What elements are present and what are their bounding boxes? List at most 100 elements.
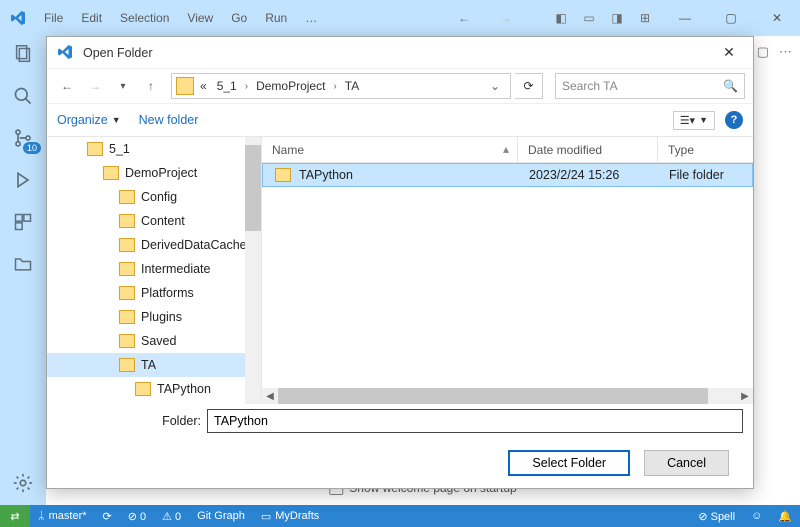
status-warnings[interactable]: ⚠ 0 [154,505,189,527]
settings-gear-icon[interactable] [11,471,35,495]
tree-item-platforms[interactable]: Platforms [47,281,261,305]
status-branch[interactable]: ᛦ master* [30,505,95,527]
column-date[interactable]: Date modified [518,137,658,162]
chevron-right-icon[interactable]: › [243,81,250,92]
folder-tree[interactable]: 5_1 DemoProject Config Content DerivedDa… [47,137,262,404]
folder-icon[interactable] [11,252,35,276]
menu-overflow[interactable]: … [297,7,325,29]
tree-item-plugins[interactable]: Plugins [47,305,261,329]
scm-badge: 10 [23,142,41,154]
nav-back-button[interactable]: ← [55,74,79,98]
status-bell-icon[interactable]: 🔔 [770,505,800,527]
chevron-down-icon: ▼ [112,115,121,125]
refresh-button[interactable]: ⟳ [515,73,543,99]
tree-item-content[interactable]: Content [47,209,261,233]
folder-name-row: Folder: [47,404,753,438]
column-type[interactable]: Type [658,137,753,162]
remote-indicator[interactable]: ⇄ [0,505,30,527]
search-icon[interactable] [11,84,35,108]
source-control-icon[interactable]: 10 [11,126,35,150]
column-name[interactable]: Name [262,137,518,162]
editor-split-icon[interactable]: ▢ [757,44,769,60]
window-minimize-button[interactable]: — [662,0,708,36]
scroll-right-icon[interactable]: ▶ [737,388,753,404]
tree-scrollbar-thumb[interactable] [245,145,261,231]
status-feedback-icon[interactable]: ☺ [743,505,770,527]
status-spell[interactable]: ⊘ Spell [690,505,743,527]
dialog-nav-bar: ← → ▾ ↑ « 5_1 › DemoProject › TA ⌄ ⟳ Sea… [47,69,753,103]
cell-date: 2023/2/24 15:26 [519,168,659,182]
dialog-close-button[interactable]: ✕ [715,39,743,67]
run-debug-icon[interactable] [11,168,35,192]
tree-item-saved[interactable]: Saved [47,329,261,353]
folder-name-input[interactable] [207,409,743,433]
scroll-left-icon[interactable]: ◀ [262,388,278,404]
menu-edit[interactable]: Edit [73,7,110,29]
search-input[interactable]: Search TA 🔍 [555,73,745,99]
cancel-button[interactable]: Cancel [644,450,729,476]
window-maximize-button[interactable]: ▢ [708,0,754,36]
select-folder-button[interactable]: Select Folder [508,450,630,476]
menu-view[interactable]: View [179,7,221,29]
menu-go[interactable]: Go [223,7,255,29]
list-item-tapython[interactable]: TAPython 2023/2/24 15:26 File folder [262,163,753,187]
window-close-button[interactable]: ✕ [754,0,800,36]
address-bar[interactable]: « 5_1 › DemoProject › TA ⌄ [171,73,511,99]
breadcrumb-5-1[interactable]: 5_1 [213,77,241,95]
folder-icon [103,166,119,180]
layout-sidebar-left-icon[interactable]: ◧ [552,11,570,25]
tree-item-tapython[interactable]: TAPython [47,377,261,401]
nav-up-button[interactable]: ↑ [139,74,163,98]
dialog-buttons: Select Folder Cancel [47,438,753,488]
scroll-thumb[interactable] [278,388,708,404]
menu-file[interactable]: File [36,7,71,29]
layout-sidebar-right-icon[interactable]: ◨ [608,11,626,25]
layout-customize-icon[interactable]: ⊞ [636,11,654,25]
help-button[interactable]: ? [725,111,743,129]
list-h-scrollbar[interactable]: ◀ ▶ [262,388,753,404]
nav-recent-dropdown[interactable]: ▾ [111,74,135,98]
folder-icon [119,190,135,204]
menu-selection[interactable]: Selection [112,7,177,29]
address-dropdown-icon[interactable]: ⌄ [484,79,506,93]
folder-icon [119,238,135,252]
tree-item-deriveddatacache[interactable]: DerivedDataCache [47,233,261,257]
new-folder-button[interactable]: New folder [139,113,199,127]
tree-item-intermediate[interactable]: Intermediate [47,257,261,281]
organize-menu[interactable]: Organize ▼ [57,113,121,127]
editor-more-icon[interactable]: ⋯ [779,44,792,60]
vscode-title-bar: File Edit Selection View Go Run … ← → ◧ … [0,0,800,36]
tree-item-5-1[interactable]: 5_1 [47,137,261,161]
layout-panel-icon[interactable]: ▭ [580,11,598,25]
file-list: Name Date modified Type TAPython 2023/2/… [262,137,753,404]
chevron-down-icon: ▼ [699,115,708,125]
vscode-menu-bar: File Edit Selection View Go Run … [36,7,325,29]
cell-type: File folder [659,168,749,182]
breadcrumb-root[interactable]: « [196,77,211,95]
folder-icon [119,310,135,324]
nav-forward-icon[interactable]: → [500,11,512,25]
folder-icon [176,77,194,95]
status-sync[interactable]: ⟳ [95,505,120,527]
nav-back-icon[interactable]: ← [458,11,470,25]
explorer-icon[interactable] [11,42,35,66]
status-gitgraph[interactable]: Git Graph [189,505,253,527]
view-mode-button[interactable]: ☰▾ ▼ [673,111,715,130]
folder-icon [87,142,103,156]
tree-item-demoproject[interactable]: DemoProject [47,161,261,185]
tree-item-ta[interactable]: TA [47,353,261,377]
tree-item-config[interactable]: Config [47,185,261,209]
chevron-right-icon[interactable]: › [331,81,338,92]
breadcrumb-ta[interactable]: TA [341,77,363,95]
breadcrumb-demoproject[interactable]: DemoProject [252,77,329,95]
folder-icon [119,334,135,348]
vscode-logo-icon [57,44,75,62]
menu-run[interactable]: Run [257,7,295,29]
nav-forward-button[interactable]: → [83,74,107,98]
status-errors[interactable]: ⊘ 0 [120,505,154,527]
folder-icon [275,168,291,182]
dialog-title-bar: Open Folder ✕ [47,37,753,69]
status-mydrafts[interactable]: ▭ MyDrafts [253,505,327,527]
extensions-icon[interactable] [11,210,35,234]
activity-bar: 10 [0,36,46,505]
